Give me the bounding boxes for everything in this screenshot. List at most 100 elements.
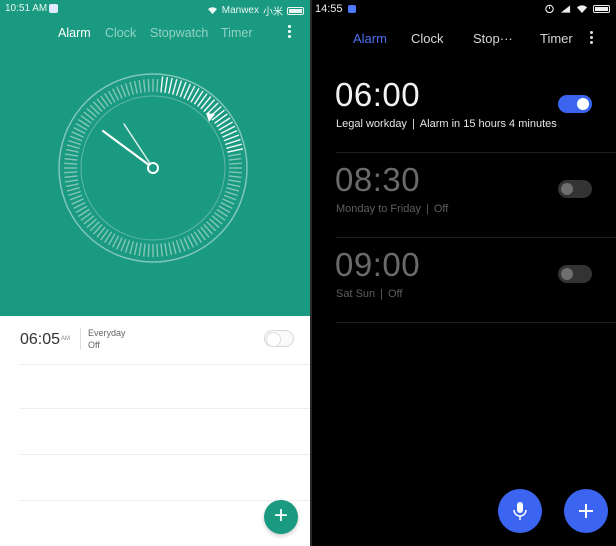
alarm-subtitle: Sat Sun | Off: [336, 288, 402, 300]
dial-tick: [223, 194, 237, 201]
notification-icon: [49, 4, 58, 13]
dial-tick: [160, 76, 164, 93]
alarm-note: Off: [388, 288, 403, 300]
dial-tick: [133, 242, 138, 256]
dial-tick: [64, 158, 78, 161]
tab-timer[interactable]: Timer: [540, 31, 573, 46]
signal-icon: [560, 4, 571, 13]
alarm-note: Alarm in 15 hours 4 minutes: [419, 118, 557, 130]
dial-tick: [147, 79, 150, 93]
carrier-name: Manwex: [221, 5, 259, 16]
dial-tick: [228, 175, 242, 178]
dial-tick: [228, 162, 242, 165]
dial-tick: [156, 243, 159, 257]
dial-tick: [64, 162, 78, 165]
list-divider: [20, 364, 310, 365]
dial-tick: [227, 148, 244, 153]
dial-tick: [138, 79, 142, 94]
alarm-toggle[interactable]: [558, 95, 592, 113]
alarm-toggle[interactable]: [558, 180, 592, 198]
dial-tick: [183, 237, 190, 250]
dial-tick: [179, 238, 186, 252]
hour-hand: [101, 129, 155, 170]
dial-tick: [71, 131, 84, 138]
alarm-row[interactable]: 09:00 Sat Sun | Off: [312, 238, 616, 323]
tab-timer[interactable]: Timer: [221, 26, 252, 40]
dial-tick: [66, 144, 80, 150]
dial-tick: [168, 242, 173, 256]
alarm-time: 08:30: [335, 161, 421, 198]
subtitle-separator: |: [425, 203, 429, 215]
right-phone-screen: 14:55 Alarm Clock Stop··· Timer 06:00 Le…: [312, 0, 616, 546]
dial-tick: [164, 242, 168, 257]
dial-tick: [65, 148, 79, 153]
dial-tick: [133, 80, 138, 94]
more-options-icon[interactable]: [588, 30, 594, 48]
dial-tick: [164, 77, 169, 94]
dial-tick: [129, 241, 135, 255]
dial-tick: [156, 79, 159, 93]
voice-alarm-button[interactable]: [498, 489, 542, 533]
alarm-row[interactable]: 06:00 Legal workday | Alarm in 15 hours 4 …: [312, 68, 616, 153]
dial-tick: [69, 135, 83, 142]
alarm-repeat: Monday to Friday: [336, 203, 421, 215]
alarm-time: 09:00: [335, 246, 421, 283]
dial-tick: [171, 78, 178, 95]
alarm-ampm: AM: [61, 336, 70, 342]
dial-tick: [227, 183, 241, 188]
alarm-repeat: Everyday: [88, 328, 126, 338]
tab-stopwatch[interactable]: Stop···: [473, 31, 513, 46]
minute-hand: [123, 123, 154, 169]
tab-bar: Alarm Clock Stopwatch Timer: [0, 26, 310, 42]
wifi-icon: [207, 7, 217, 15]
alarm-toggle[interactable]: [264, 330, 294, 347]
more-options-icon[interactable]: [286, 24, 292, 42]
row-divider: [80, 328, 81, 350]
list-divider: [20, 408, 310, 409]
dial-center-pivot: [147, 162, 159, 174]
status-time: 14:55: [315, 3, 343, 15]
dial-tick: [68, 190, 81, 197]
list-divider: [20, 500, 310, 501]
tab-clock[interactable]: Clock: [105, 26, 136, 40]
dial-tick: [138, 242, 142, 257]
alarm-subtitle: Monday to Friday | Off: [336, 203, 448, 215]
dial-tick: [226, 143, 243, 150]
battery-icon: [287, 6, 304, 15]
dial-tick: [171, 241, 177, 255]
dial-tick: [116, 86, 123, 99]
dial-tick: [143, 243, 146, 257]
dial-tick: [120, 238, 127, 252]
dial-tick: [200, 96, 212, 110]
dial-tick: [197, 93, 208, 107]
dial-tick: [124, 240, 131, 253]
dial-tick: [64, 179, 79, 183]
wifi-icon: [577, 4, 587, 13]
tab-clock[interactable]: Clock: [411, 31, 444, 46]
dial-tick: [160, 243, 163, 257]
status-bar: 10:51 AM Manwex 小米: [0, 0, 310, 18]
dial-tick: [120, 84, 127, 98]
dial-tick: [129, 81, 135, 95]
list-divider: [336, 322, 616, 323]
dial-tick: [66, 186, 80, 192]
dial-tick: [228, 158, 242, 161]
alarm-repeat: Sat Sun: [336, 288, 376, 300]
tab-alarm[interactable]: Alarm: [58, 26, 91, 40]
dial-tick: [227, 179, 242, 183]
subtitle-separator: |: [380, 288, 383, 300]
alarm-row[interactable]: 06:05 AM Everyday Off: [0, 316, 310, 364]
dial-tick: [69, 194, 83, 201]
subtitle-separator: |: [411, 118, 415, 130]
notification-icon: [348, 5, 356, 13]
dial-tick: [143, 79, 146, 93]
alarm-row[interactable]: 08:30 Monday to Friday | Off: [312, 153, 616, 238]
tab-stopwatch[interactable]: Stopwatch: [150, 26, 208, 40]
add-alarm-button[interactable]: [564, 489, 608, 533]
dial-header: 10:51 AM Manwex 小米 Alarm Clock Stopwatch…: [0, 0, 310, 316]
add-alarm-button[interactable]: +: [264, 500, 298, 534]
alarm-toggle[interactable]: [558, 265, 592, 283]
alarm-note: Off: [433, 203, 449, 215]
dial-tick: [227, 153, 242, 157]
tab-alarm[interactable]: Alarm: [353, 31, 387, 46]
